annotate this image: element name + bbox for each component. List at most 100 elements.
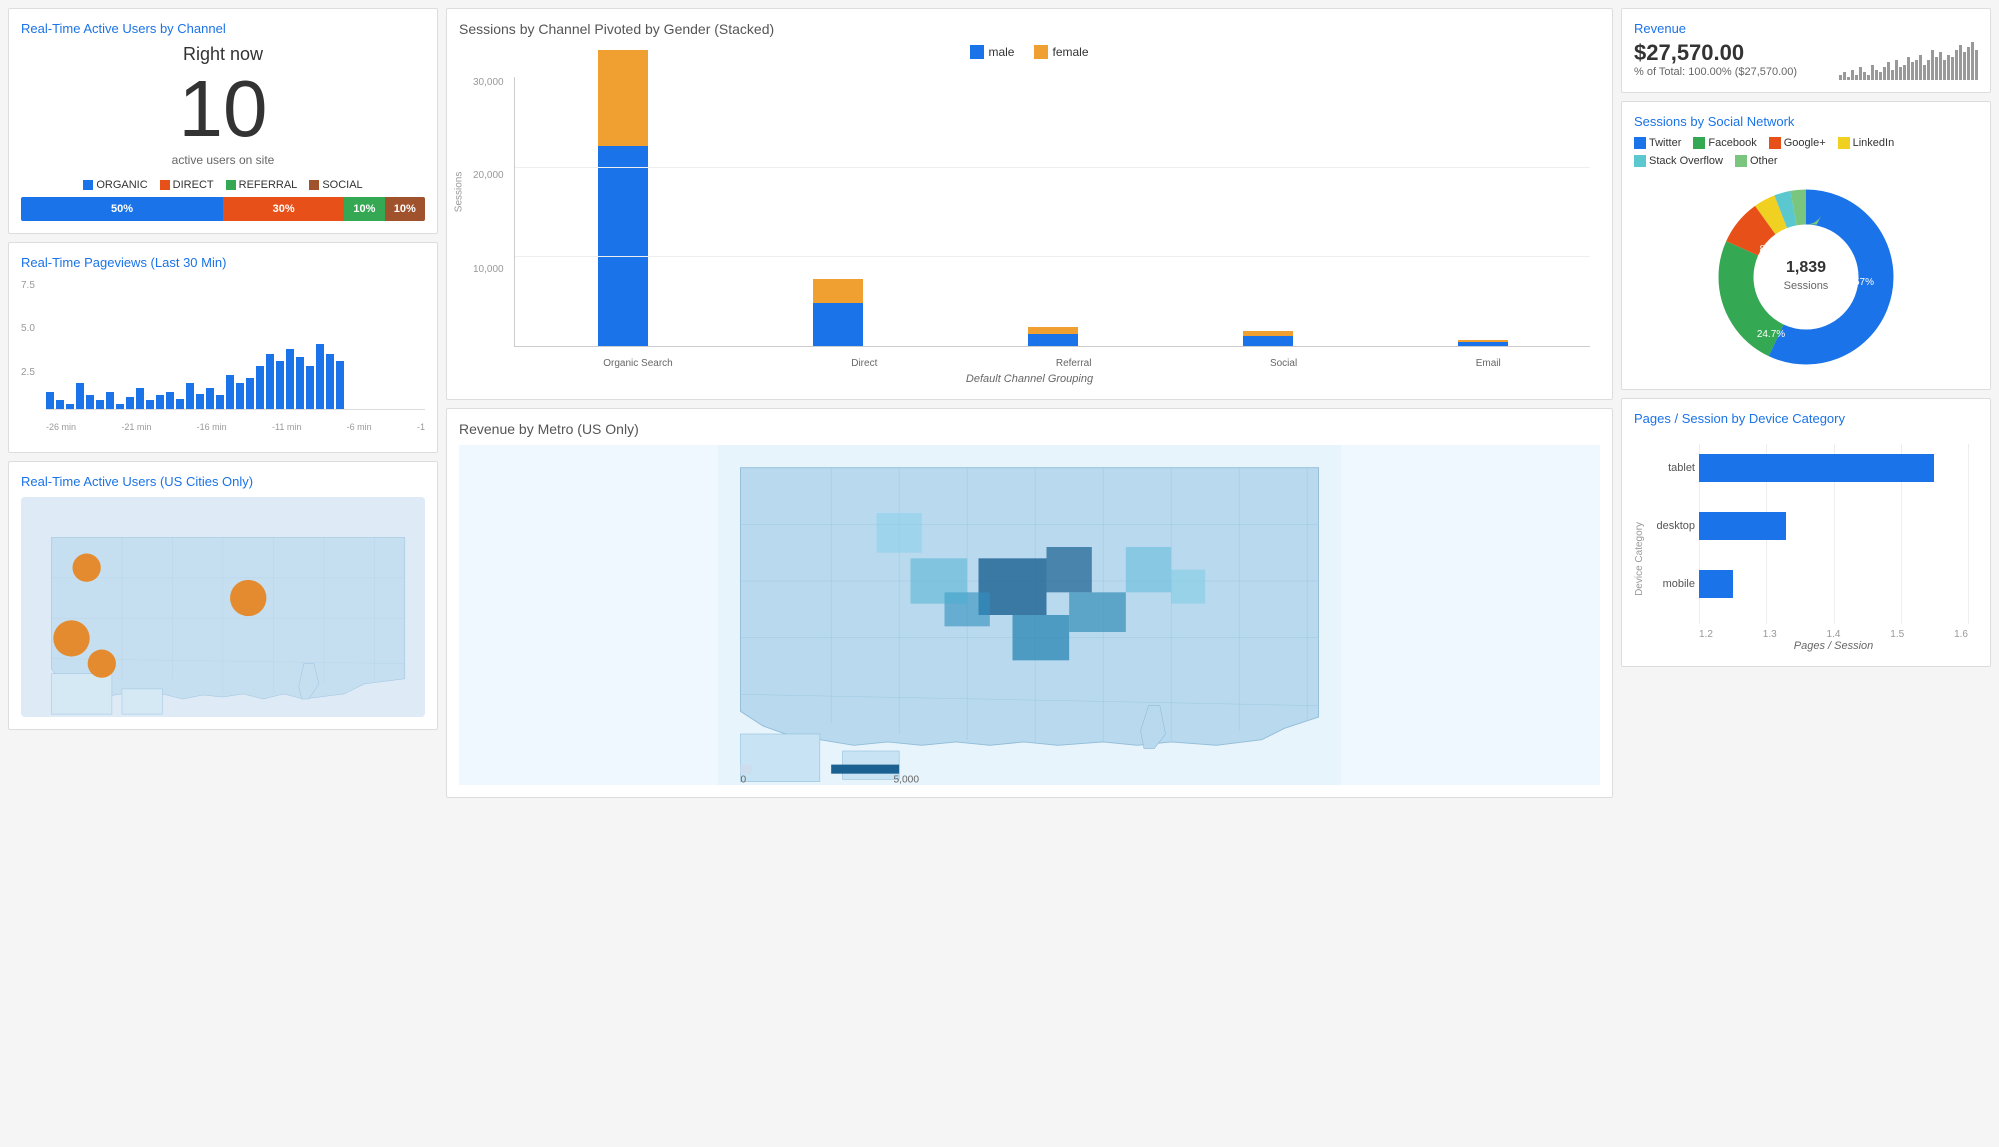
sparkline-bar (1903, 65, 1906, 80)
googleplus-pct-label: 8.4% (1760, 244, 1783, 255)
pageview-bar (66, 404, 74, 409)
linkedin-dot (1838, 137, 1850, 149)
device-chart: Device Category tablet desktop (1634, 434, 1978, 654)
social-legend: Twitter Facebook Google+ LinkedIn Stack … (1634, 137, 1978, 167)
sessions-x-labels: Organic Search Direct Referral Social Em… (514, 358, 1590, 369)
direct-label: DIRECT (173, 179, 214, 191)
pageview-bar (256, 366, 264, 409)
desktop-bar (1699, 512, 1786, 540)
revenue-sparkline (1839, 40, 1978, 80)
social-bar-group (1243, 331, 1293, 346)
direct-female-bar (813, 279, 863, 303)
active-users-card: Real-Time Active Users by Channel Right … (8, 8, 438, 234)
sparkline-bar (1919, 55, 1922, 80)
linkedin-legend: LinkedIn (1838, 137, 1895, 149)
sparkline-bar (1871, 65, 1874, 80)
metro-title: Revenue by Metro (US Only) (459, 421, 1600, 437)
pageview-bar (76, 383, 84, 409)
direct-dot (160, 180, 170, 190)
other-label: Other (1750, 155, 1778, 167)
sparkline-bar (1951, 57, 1954, 80)
sparkline-bar (1907, 57, 1910, 80)
pageview-bar (166, 392, 174, 409)
city-dot-2 (230, 580, 266, 616)
metro-light-3 (1171, 570, 1205, 604)
referral-female-bar (1028, 327, 1078, 334)
mobile-label: mobile (1663, 570, 1699, 598)
pageview-bar (206, 388, 214, 409)
sessions-y-labels: 30,000 20,000 10,000 (473, 77, 504, 357)
email-male-bar (1458, 342, 1508, 346)
x-axis-labels: -26 min -21 min -16 min -11 min -6 min -… (21, 422, 425, 432)
googleplus-label: Google+ (1784, 137, 1826, 149)
pageview-bar (106, 392, 114, 409)
revenue-info: $27,570.00 % of Total: 100.00% ($27,570.… (1634, 40, 1797, 78)
pageview-bar (56, 400, 64, 409)
metro-map: 0 5,000 (459, 445, 1600, 785)
stackoverflow-legend: Stack Overflow (1634, 155, 1723, 167)
linkedin-label: LinkedIn (1853, 137, 1895, 149)
sparkline-bar (1883, 67, 1886, 80)
sessions-title: Sessions by Channel Pivoted by Gender (S… (459, 21, 1600, 37)
referral-bar-group (1028, 327, 1078, 346)
sparkline-bar (1843, 72, 1846, 80)
pageview-bar (276, 361, 284, 409)
sparkline-bar (1935, 57, 1938, 80)
facebook-dot (1693, 137, 1705, 149)
metro-mid-2 (1069, 592, 1126, 632)
pageviews-bars (46, 280, 425, 410)
donut-total-text: 1,839 (1786, 259, 1826, 276)
scale-max (831, 765, 899, 774)
facebook-legend: Facebook (1693, 137, 1756, 149)
pageview-bar (46, 392, 54, 409)
pageview-bar (316, 344, 324, 409)
sessions-chart-area: Sessions 30,000 20,000 10,000 (459, 67, 1600, 387)
twitter-dot (1634, 137, 1646, 149)
us-cities-map (21, 497, 425, 717)
pageview-bar (336, 361, 344, 409)
male-legend-square (970, 45, 984, 59)
y-axis-labels: 7.5 5.0 2.5 (21, 280, 35, 420)
metro-map-svg: 0 5,000 (459, 445, 1600, 785)
pageviews-title: Real-Time Pageviews (Last 30 Min) (21, 255, 425, 270)
sparkline-bar (1895, 60, 1898, 80)
sparkline-bar (1915, 60, 1918, 80)
sparkline-bar (1875, 70, 1878, 80)
referral-label: REFERRAL (239, 179, 298, 191)
tablet-bar (1699, 454, 1934, 482)
direct-male-bar (813, 303, 863, 346)
metro-dark-3 (1013, 615, 1070, 660)
sessions-card: Sessions by Channel Pivoted by Gender (S… (446, 8, 1613, 400)
sparkline-bar (1839, 75, 1842, 80)
pageview-bar (286, 349, 294, 409)
sparkline-bar (1867, 75, 1870, 80)
city-dot-3 (53, 620, 89, 656)
pageview-bar (196, 394, 204, 409)
grid-line-2 (515, 167, 1590, 168)
female-legend: female (1034, 45, 1088, 59)
stackoverflow-label: Stack Overflow (1649, 155, 1723, 167)
revenue-row: $27,570.00 % of Total: 100.00% ($27,570.… (1634, 40, 1978, 80)
pageview-bar (246, 378, 254, 409)
sparkline-bar (1947, 55, 1950, 80)
sparkline-bar (1887, 62, 1890, 80)
x-axis-title: Default Channel Grouping (459, 373, 1600, 385)
sparkline-bar (1943, 60, 1946, 80)
organic-female-bar (598, 50, 648, 146)
sparkline-bar (1891, 70, 1894, 80)
device-x-labels: 1.2 1.3 1.4 1.5 1.6 (1699, 629, 1968, 640)
active-users-label: active users on site (21, 153, 425, 167)
direct-bar-group (813, 279, 863, 346)
revenue-card: Revenue $27,570.00 % of Total: 100.00% (… (1621, 8, 1991, 93)
revenue-amount: $27,570.00 (1634, 40, 1797, 66)
active-users-count: 10 (21, 69, 425, 149)
social-segment: 10% (385, 197, 425, 221)
y-label-50: 5.0 (21, 323, 35, 334)
twitter-legend: Twitter (1634, 137, 1681, 149)
active-users-title: Real-Time Active Users by Channel (21, 21, 425, 36)
organic-dot (83, 180, 93, 190)
donut-chart: 1,839 Sessions 57% 24.7% 8.4% (1706, 177, 1906, 377)
mobile-bar (1699, 570, 1733, 598)
pageview-bar (236, 383, 244, 409)
social-sessions-card: Sessions by Social Network Twitter Faceb… (1621, 101, 1991, 390)
